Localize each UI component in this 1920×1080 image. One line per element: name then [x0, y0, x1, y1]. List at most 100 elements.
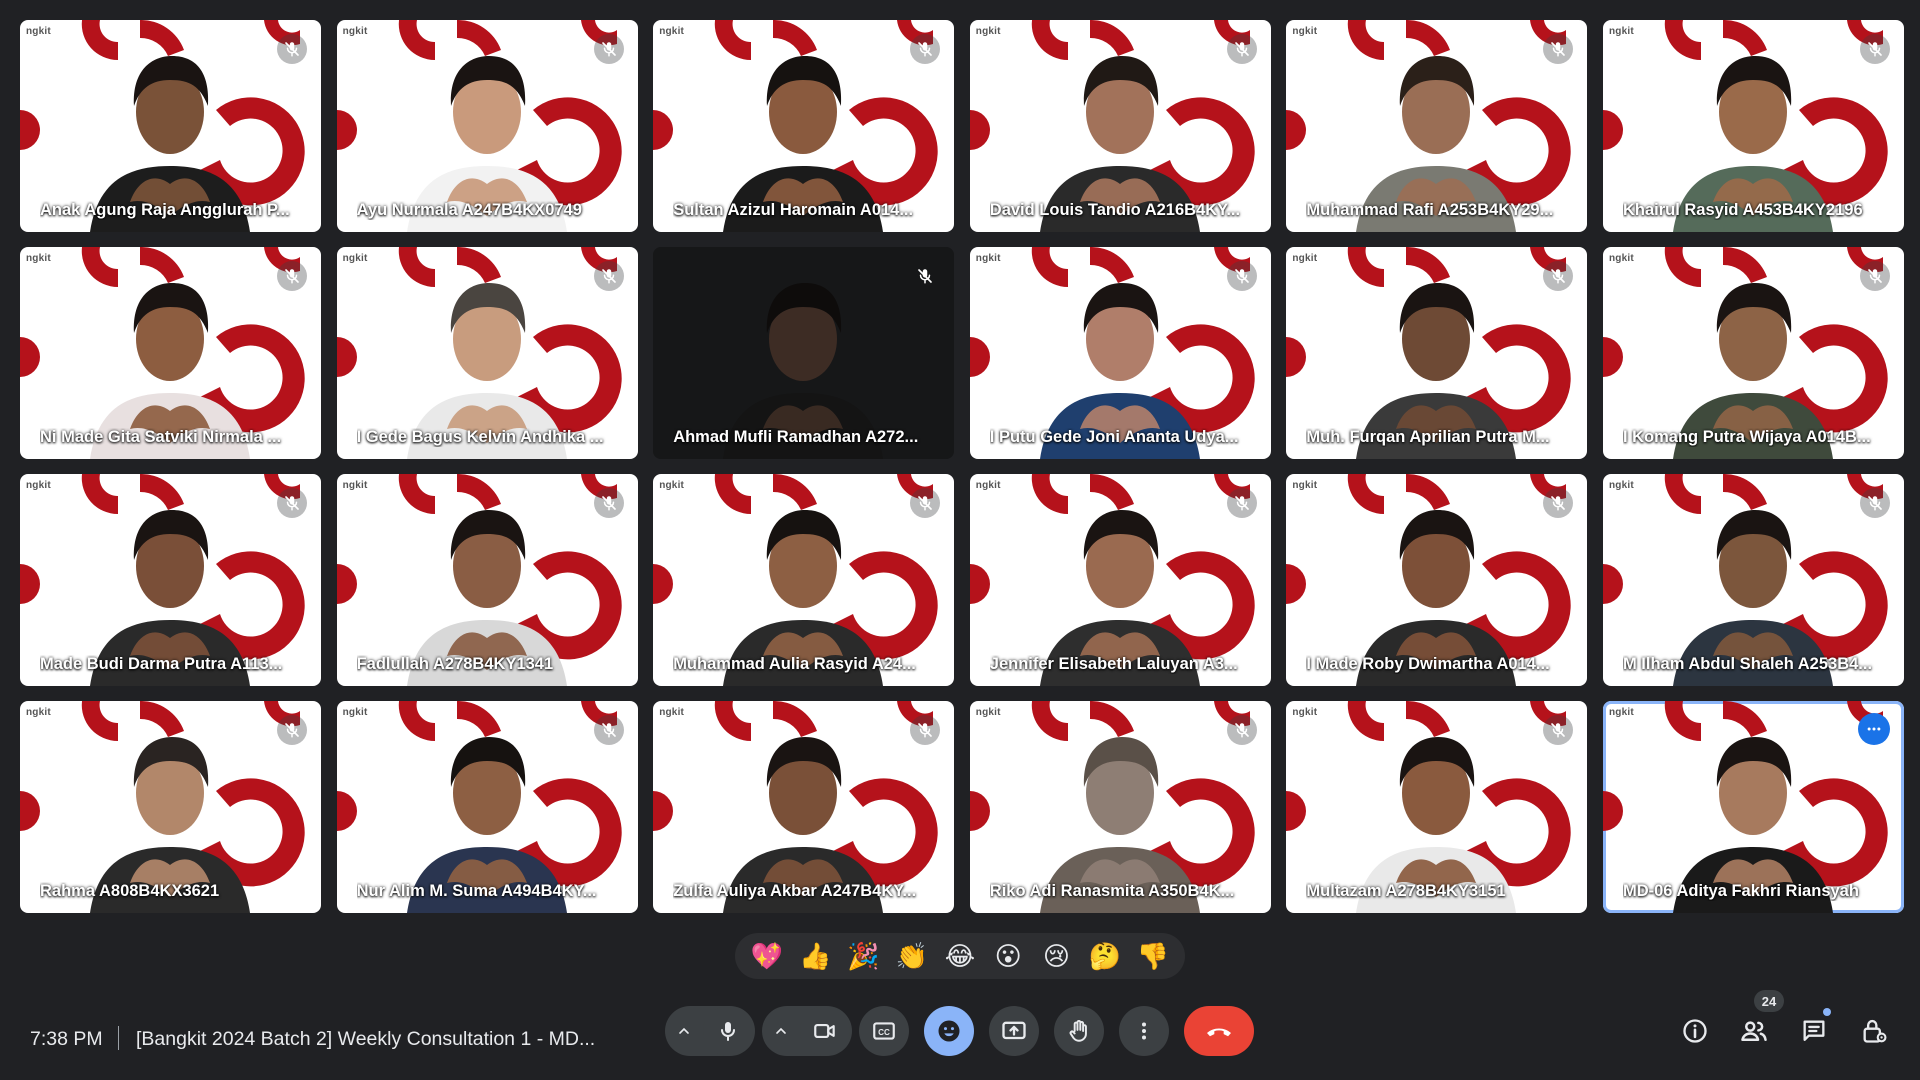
raise-hand-button[interactable]	[1054, 1006, 1104, 1056]
participant-tile[interactable]: ngkit Ayu Nurmala A247B4KX0749	[336, 20, 638, 232]
participant-tile[interactable]: ngkit Jennifer Elisabeth Laluyan A3...	[969, 474, 1271, 686]
reaction-clapping-hands[interactable]: 👏	[893, 937, 931, 975]
leave-call-button[interactable]	[1184, 1006, 1254, 1056]
participant-name: Nur Alim M. Suma A494B4KY...	[356, 882, 597, 900]
participant-tile[interactable]: ngkit Ni Made Gita Satviki Nirmala ...	[20, 247, 321, 459]
participant-tile[interactable]: ngkit M Ilham Abdul Shaleh A253B4...	[1602, 474, 1904, 686]
participant-tile[interactable]: ngkit Rahma A808B4KX3621	[20, 701, 321, 913]
participant-tile[interactable]: ngkit Sultan Azizul Haromain A014...	[653, 20, 955, 232]
tile-brand-text: ngkit	[1292, 480, 1318, 491]
participant-name: Muhammad Rafi A253B4KY29...	[1306, 201, 1554, 219]
tile-brand-text: ngkit	[26, 707, 51, 718]
muted-indicator	[1859, 488, 1890, 518]
participant-name: Multazam A278B4KY3151	[1306, 882, 1506, 900]
chat-button[interactable]	[1789, 1006, 1839, 1056]
tile-brand-text: ngkit	[342, 480, 368, 491]
reaction-crying-face[interactable]: 😢	[1037, 937, 1075, 975]
reaction-thinking-face[interactable]: 🤔	[1086, 937, 1124, 975]
meeting-details-button[interactable]	[1670, 1006, 1720, 1056]
people-icon	[1741, 1021, 1767, 1041]
participant-tile[interactable]: ngkit Riko Adi Ranasmita A350B4K...	[969, 701, 1271, 913]
emoji-icon	[938, 1020, 960, 1042]
camera-options-button[interactable]	[762, 1006, 800, 1056]
participant-tile[interactable]: ngkit I Gede Bagus Kelvin Andhika ...	[336, 247, 638, 459]
participant-tile[interactable]: Ahmad Mufli Ramadhan A272...	[653, 247, 955, 459]
participant-tile[interactable]: ngkit David Louis Tandio A216B4KY...	[969, 20, 1271, 232]
muted-indicator	[910, 34, 941, 64]
muted-indicator	[593, 715, 624, 745]
participant-tile[interactable]: ngkit Zulfa Auliya Akbar A247B4KY...	[653, 701, 955, 913]
mic-off-icon	[1551, 269, 1566, 284]
reaction-party-popper[interactable]: 🎉	[845, 937, 883, 975]
raise-hand-icon	[1069, 1020, 1087, 1042]
mic-off-icon	[285, 42, 299, 57]
tile-brand-text: ngkit	[342, 26, 368, 37]
participant-tile[interactable]: ngkit Made Budi Darma Putra A113...	[20, 474, 321, 686]
mic-off-icon	[1868, 42, 1882, 57]
participant-name: Zulfa Auliya Akbar A247B4KY...	[673, 882, 917, 900]
participant-name: M Ilham Abdul Shaleh A253B4...	[1622, 655, 1873, 673]
mic-off-icon	[285, 723, 299, 738]
closed-caption-icon: CC	[873, 1022, 895, 1040]
tile-brand-text: ngkit	[1292, 253, 1318, 264]
participant-tile[interactable]: ngkit Nur Alim M. Suma A494B4KY...	[336, 701, 638, 913]
participant-tile[interactable]: ngkit I Made Roby Dwimartha A014...	[1286, 474, 1588, 686]
mic-options-button[interactable]	[665, 1006, 703, 1056]
participant-tile[interactable]: ngkit Muh. Furqan Aprilian Putra M...	[1286, 247, 1588, 459]
participant-name: David Louis Tandio A216B4KY...	[989, 201, 1241, 219]
people-button[interactable]	[1729, 1006, 1779, 1056]
reaction-tears-of-joy[interactable]: 😂	[941, 937, 979, 975]
mic-control-group	[665, 1006, 755, 1056]
participant-name: Jennifer Elisabeth Laluyan A3...	[989, 655, 1238, 673]
muted-indicator	[1859, 34, 1890, 64]
more-options-button[interactable]	[1119, 1006, 1169, 1056]
tile-brand-text: ngkit	[1608, 26, 1634, 37]
participant-tile[interactable]: ngkit Muhammad Aulia Rasyid A24...	[653, 474, 955, 686]
participant-name: I Komang Putra Wijaya A014B...	[1622, 428, 1871, 446]
muted-indicator	[910, 488, 941, 518]
tile-brand-text: ngkit	[342, 707, 368, 718]
reaction-thumbs-up[interactable]: 👍	[796, 937, 834, 975]
captions-button[interactable]: CC	[859, 1006, 909, 1056]
participant-tile[interactable]: ngkit Muhammad Rafi A253B4KY29...	[1286, 20, 1588, 232]
participant-tile[interactable]: ngkit I Putu Gede Joni Ananta Udya...	[969, 247, 1271, 459]
tile-brand-text: ngkit	[975, 480, 1001, 491]
participant-name: I Gede Bagus Kelvin Andhika ...	[356, 428, 604, 446]
participant-tile[interactable]: ngkit Multazam A278B4KY3151	[1286, 701, 1588, 913]
participant-tile[interactable]: ngkit Khairul Rasyid A453B4KY2196	[1602, 20, 1904, 232]
participant-tile[interactable]: ngkit Anak Agung Raja Angglurah P...	[20, 20, 321, 232]
muted-indicator	[1226, 488, 1257, 518]
participant-name: Sultan Azizul Haromain A014...	[673, 201, 914, 219]
send-reaction-button[interactable]	[924, 1006, 974, 1056]
tile-brand-text: ngkit	[1608, 253, 1634, 264]
chevron-up-icon	[776, 1027, 786, 1034]
muted-indicator	[910, 261, 940, 291]
participant-tile[interactable]: ngkit MD-06 Aditya Fakhri Riansyah	[1602, 701, 1904, 913]
reaction-thumbs-down[interactable]: 👎	[1134, 937, 1172, 975]
tile-brand-text: ngkit	[975, 26, 1001, 37]
participant-tile[interactable]: ngkit I Komang Putra Wijaya A014B...	[1602, 247, 1904, 459]
camera-button[interactable]	[800, 1006, 850, 1056]
participant-tile[interactable]: ngkit Fadlullah A278B4KY1341	[336, 474, 638, 686]
reaction-sparkling-heart[interactable]: 💖	[748, 937, 786, 975]
tile-brand-text: ngkit	[1608, 480, 1634, 491]
participant-count-badge: 24	[1754, 990, 1784, 1012]
host-controls-button[interactable]	[1849, 1006, 1899, 1056]
meeting-title[interactable]: [Bangkit 2024 Batch 2] Weekly Consultati…	[136, 1028, 595, 1051]
mic-off-icon	[1234, 42, 1249, 57]
mic-off-icon	[1234, 269, 1249, 284]
info-icon	[1683, 1019, 1707, 1043]
present-now-button[interactable]	[989, 1006, 1039, 1056]
tile-more-options-button[interactable]	[1857, 713, 1890, 745]
mic-off-icon	[1551, 496, 1566, 511]
mic-off-icon	[918, 723, 933, 738]
microphone-button[interactable]	[703, 1006, 753, 1056]
participant-name: Ahmad Mufli Ramadhan A272...	[673, 428, 919, 446]
tile-brand-text: ngkit	[1292, 707, 1318, 718]
mic-off-icon	[918, 269, 933, 284]
host-controls-icon	[1863, 1019, 1887, 1043]
meeting-time: 7:38 PM	[30, 1028, 103, 1050]
muted-indicator	[593, 488, 624, 518]
mic-off-icon	[1868, 269, 1882, 284]
reaction-surprised-face[interactable]: 😮	[989, 937, 1027, 975]
